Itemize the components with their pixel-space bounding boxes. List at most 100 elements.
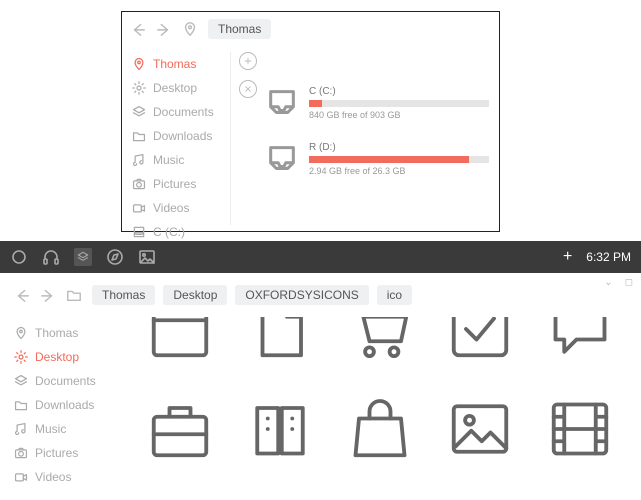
new-tab-button[interactable]: + [563,248,572,266]
location-pin-icon [132,57,146,71]
sidebar-item-music[interactable]: Music [132,148,231,172]
film-icon[interactable] [530,379,630,479]
music-icon [14,422,28,436]
headphones-icon[interactable] [42,248,60,266]
add-button[interactable] [239,52,257,70]
breadcrumb[interactable]: Thomas [92,285,155,305]
sidebar-item-label: Downloads [153,129,212,143]
forward-button[interactable] [40,287,56,303]
gear-icon [132,81,146,95]
sidebar-item-downloads[interactable]: Downloads [132,124,231,148]
crumb-bar: Thomas Desktop OXFORDSYSICONS ico ⌄ ◻ [0,273,641,317]
sidebar-item-videos[interactable]: Videos [14,465,130,489]
clock: 6:32 PM [586,250,631,264]
sidebar-item-label: C (C:) [153,225,185,239]
minimize-button[interactable]: ⌄ [604,277,612,288]
camera-icon [14,446,28,460]
folder-icon [14,398,28,412]
sidebar-item-label: Videos [35,470,71,484]
sidebar-item-label: Desktop [153,81,197,95]
breadcrumb[interactable]: Desktop [163,285,227,305]
layers-icon[interactable] [74,248,92,266]
sidebar-item-label: Pictures [153,177,196,191]
calendar-icon[interactable] [130,317,230,379]
bag-icon[interactable] [330,379,430,479]
breadcrumb[interactable]: ico [377,285,412,305]
video-icon [14,470,28,484]
sidebar-item-desktop[interactable]: Desktop [132,76,231,100]
sidebar-item-videos[interactable]: Videos [132,196,231,220]
sidebar-item-label: Documents [35,374,96,388]
drive-name: R (D:) [309,142,489,153]
sidebar: Thomas Desktop Documents Downloads Music Pict… [122,46,231,231]
maximize-button[interactable]: ◻ [625,277,633,288]
layers-icon [132,105,146,119]
chat-icon[interactable] [530,317,630,379]
folder-icon[interactable] [66,287,82,303]
check-icon[interactable] [430,317,530,379]
sidebar-item-thomas[interactable]: Thomas [14,321,130,345]
video-icon[interactable] [230,479,330,500]
camera-icon [132,177,146,191]
sidebar-item-documents[interactable]: Documents [132,100,231,124]
film-icon[interactable] [630,379,641,479]
drive-row[interactable]: C (C:) 840 GB free of 903 GB [265,86,489,120]
video-icon[interactable] [130,479,230,500]
forward-button[interactable] [156,21,172,37]
sidebar-item-music[interactable]: Music [14,417,130,441]
sidebar-item-pictures[interactable]: Pictures [14,441,130,465]
sidebar-item-downloads[interactable]: Downloads [14,393,130,417]
titlebar: + 6:32 PM [0,241,641,273]
globe-icon[interactable] [330,479,430,500]
drives-panel: C (C:) 840 GB free of 903 GB R (D:)2.94 GB… [265,46,499,231]
sidebar-item-label: Desktop [35,350,79,364]
sidebar-item-label: Downloads [35,398,94,412]
back-button[interactable] [14,287,30,303]
document-icon[interactable] [230,317,330,379]
globe-icon[interactable] [630,479,641,500]
folder-icon [132,129,146,143]
drive-free-text: 840 GB free of 903 GB [309,110,489,120]
app-circle-icon[interactable] [10,248,28,266]
back-button[interactable] [130,21,146,37]
drive-usage-bar [309,100,489,107]
toolbar: Thomas [122,12,499,46]
sidebar-item-pictures[interactable]: Pictures [132,172,231,196]
breadcrumb[interactable]: OXFORDSYSICONS [235,285,368,305]
icon-grid-panel [130,317,641,500]
sidebar-item-documents[interactable]: Documents [14,369,130,393]
sidebar: Thomas Desktop Documents Downloads Music Pict… [0,317,130,500]
globe-icon[interactable] [530,479,630,500]
briefcase-icon[interactable] [130,379,230,479]
cart-icon[interactable] [330,317,430,379]
sidebar-item-label: Pictures [35,446,78,460]
action-column [231,46,265,231]
drive-icon [265,142,299,176]
sidebar-item-label: Documents [153,105,214,119]
window-bottom: + 6:32 PM Thomas Desktop OXFORDSYSICONS ico… [0,241,641,500]
book-icon[interactable] [230,379,330,479]
drive-icon [265,86,299,120]
sidebar-item-label: Music [153,153,184,167]
location-pin-icon [14,326,28,340]
sidebar-item-thomas[interactable]: Thomas [132,52,231,76]
remove-button[interactable] [239,80,257,98]
location-pin-icon[interactable] [182,21,198,37]
sidebar-item-label: Thomas [153,57,196,71]
video-icon [132,201,146,215]
image-icon[interactable] [138,248,156,266]
sidebar-item-desktop[interactable]: Desktop [14,345,130,369]
compass-icon[interactable] [106,248,124,266]
breadcrumb[interactable]: Thomas [208,19,271,39]
sidebar-item-label: Music [35,422,66,436]
globe-icon[interactable] [430,479,530,500]
drive-usage-bar [309,156,489,163]
gear-icon [14,350,28,364]
window-top: Thomas Thomas Desktop Documents Downloads Mu… [121,11,500,232]
drive-name: C (C:) [309,86,489,97]
image-icon[interactable] [430,379,530,479]
archive-icon[interactable] [630,317,641,379]
drive-row[interactable]: R (D:)2.94 GB free of 26.3 GB [265,142,489,176]
music-icon [132,153,146,167]
drive-icon [132,225,146,239]
